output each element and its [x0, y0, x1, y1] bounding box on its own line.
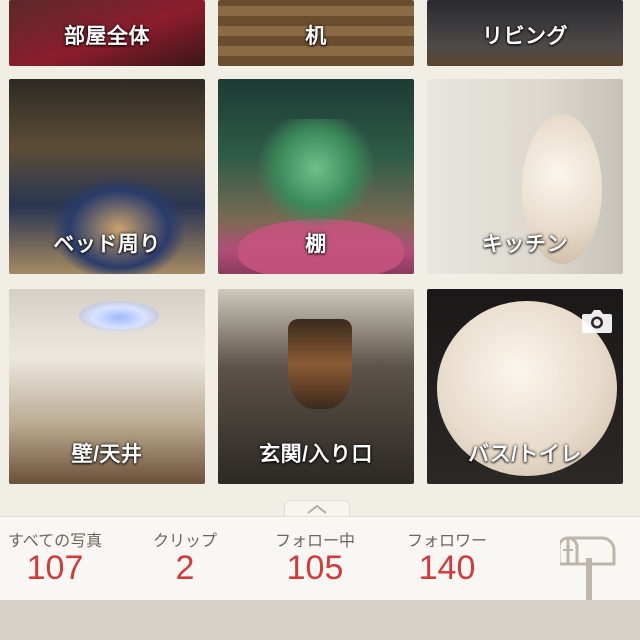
bottom-bar	[0, 600, 640, 640]
category-tile-shelf[interactable]: 棚	[218, 79, 414, 274]
category-tile-wall-ceiling[interactable]: 壁/天井	[9, 289, 205, 484]
category-tile-bath-toilet[interactable]: バス/トイレ	[427, 289, 623, 484]
mailbox-icon[interactable]	[557, 528, 618, 600]
category-tile-living[interactable]: リビング	[427, 0, 623, 66]
lantern-image	[288, 319, 352, 409]
category-label: 壁/天井	[71, 443, 143, 466]
category-tile-desk[interactable]: 机	[218, 0, 414, 66]
profile-stats-bar: すべての写真 107 クリップ 2 フォロー中 105 フォロワー 140	[0, 516, 640, 601]
category-tile-kitchen[interactable]: キッチン	[427, 79, 623, 274]
stat-value: 140	[418, 549, 476, 587]
category-label: ベッド周り	[53, 233, 161, 256]
category-label: 机	[305, 25, 327, 48]
category-label: バス/トイレ	[468, 443, 582, 466]
stat-label: クリップ	[152, 533, 217, 550]
stat-value: 2	[175, 549, 195, 587]
category-label: リビング	[482, 25, 568, 48]
camera-icon[interactable]	[581, 307, 613, 335]
stat-label: フォロー中	[274, 533, 355, 550]
plant-image	[256, 119, 376, 229]
category-tile-bed[interactable]: ベッド周り	[9, 79, 205, 274]
ceiling-lamp-image	[79, 301, 159, 331]
category-tile-room[interactable]: 部屋全体	[9, 0, 205, 66]
category-tile-entrance[interactable]: 玄関/入り口	[218, 289, 414, 484]
category-label: 部屋全体	[64, 25, 150, 48]
category-label: 棚	[305, 233, 327, 256]
category-label: 玄関/入り口	[259, 443, 373, 466]
stat-value: 107	[26, 549, 84, 587]
stat-label: フォロワー	[406, 533, 487, 550]
screen: 部屋全体 机 リビング ベッド周り 棚 キッチン 壁/天井 玄関/入り口 バス/…	[0, 0, 640, 640]
chevron-up-icon	[307, 504, 327, 514]
stat-value: 105	[286, 549, 344, 587]
category-label: キッチン	[482, 233, 568, 256]
stat-label: すべての写真	[7, 533, 103, 550]
